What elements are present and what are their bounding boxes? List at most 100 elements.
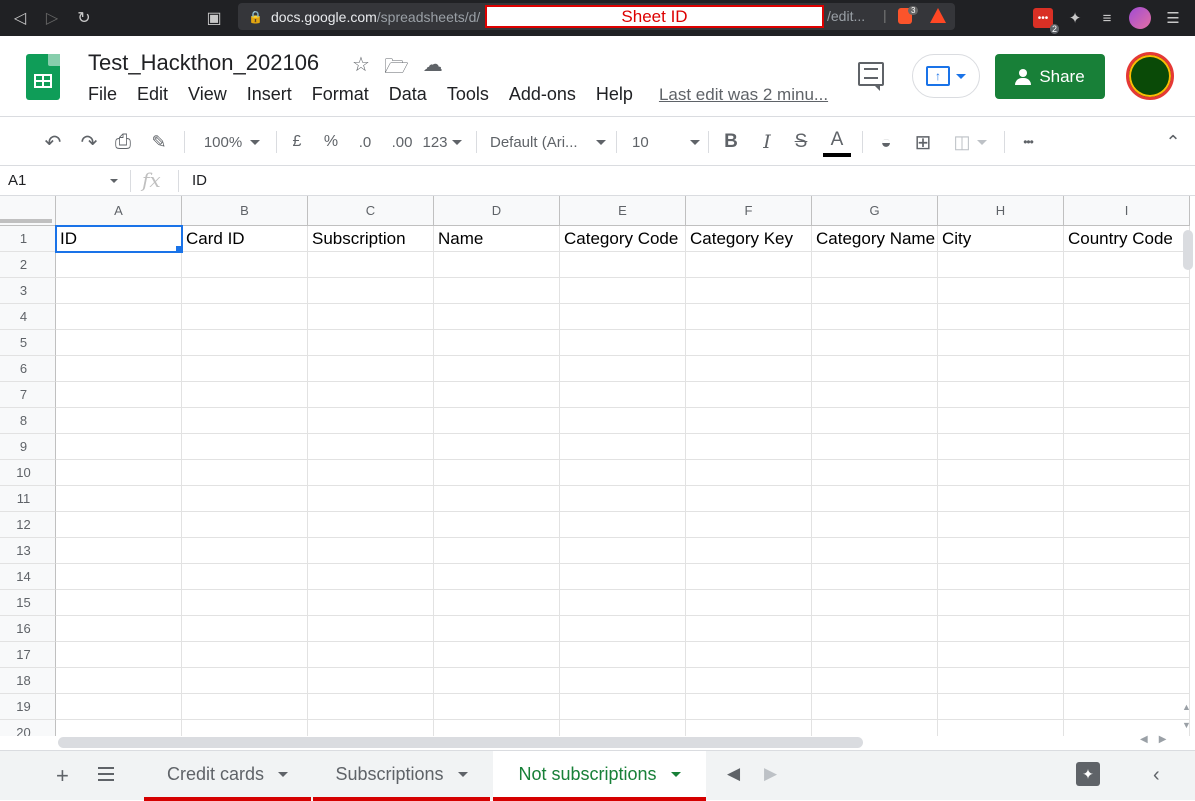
cell[interactable] <box>182 564 308 590</box>
cell[interactable] <box>812 356 938 382</box>
column-header[interactable]: I <box>1064 196 1190 226</box>
row-header[interactable]: 8 <box>0 408 56 434</box>
comment-history-icon[interactable] <box>858 62 884 91</box>
cell[interactable] <box>686 720 812 736</box>
cell[interactable]: Country Code <box>1064 226 1190 252</box>
italic-button[interactable]: I <box>756 129 778 155</box>
cell[interactable] <box>938 694 1064 720</box>
cell[interactable] <box>434 408 560 434</box>
cell[interactable] <box>938 252 1064 278</box>
cell[interactable] <box>56 278 182 304</box>
cell[interactable] <box>686 512 812 538</box>
cell[interactable] <box>812 616 938 642</box>
row-header[interactable]: 13 <box>0 538 56 564</box>
move-folder-icon[interactable]: 🗁 <box>384 52 409 86</box>
cell[interactable] <box>812 590 938 616</box>
cell[interactable] <box>182 382 308 408</box>
cell[interactable] <box>308 616 434 642</box>
cell[interactable] <box>308 486 434 512</box>
cell[interactable] <box>686 304 812 330</box>
forward-icon[interactable]: ▷ <box>36 0 68 36</box>
cell[interactable] <box>938 616 1064 642</box>
cell[interactable] <box>560 304 686 330</box>
strikethrough-button[interactable]: S <box>790 129 812 155</box>
chevron-down-icon[interactable] <box>110 179 118 183</box>
row-header[interactable]: 1 <box>0 226 56 252</box>
cell[interactable] <box>308 694 434 720</box>
cell[interactable] <box>56 538 182 564</box>
column-header[interactable]: F <box>686 196 812 226</box>
print-icon[interactable]: ⎙ <box>110 129 136 155</box>
cell[interactable] <box>812 408 938 434</box>
cell[interactable] <box>812 720 938 736</box>
cell[interactable] <box>686 382 812 408</box>
cell[interactable] <box>812 642 938 668</box>
column-header[interactable]: E <box>560 196 686 226</box>
cell[interactable] <box>560 278 686 304</box>
cell[interactable] <box>686 564 812 590</box>
cell[interactable] <box>560 590 686 616</box>
formula-input[interactable]: ID <box>192 172 207 189</box>
cell[interactable] <box>560 330 686 356</box>
zoom-select[interactable]: 100% <box>196 129 268 155</box>
cell[interactable] <box>812 460 938 486</box>
paint-format-icon[interactable]: ✎ <box>146 129 172 155</box>
row-header[interactable]: 20 <box>0 720 56 736</box>
cell[interactable] <box>938 356 1064 382</box>
cell[interactable] <box>182 668 308 694</box>
last-edit-link[interactable]: Last edit was 2 minu... <box>659 84 828 105</box>
column-header[interactable]: G <box>812 196 938 226</box>
scroll-arrows-vertical[interactable]: ▲ ▼ <box>1182 698 1191 734</box>
cell[interactable] <box>434 434 560 460</box>
cell[interactable] <box>56 642 182 668</box>
cell[interactable] <box>812 278 938 304</box>
row-header[interactable]: 18 <box>0 668 56 694</box>
cell[interactable] <box>812 304 938 330</box>
cell[interactable]: Name <box>434 226 560 252</box>
chevron-down-icon[interactable] <box>670 771 681 777</box>
reload-icon[interactable]: ↻ <box>68 0 100 36</box>
increase-decimal-button[interactable]: .00 <box>388 129 416 155</box>
fill-color-icon[interactable]: ◒ <box>874 129 898 155</box>
currency-format-button[interactable]: £ <box>286 129 308 155</box>
cell[interactable] <box>434 356 560 382</box>
scroll-arrows-horizontal[interactable]: ◀ ▶ <box>1140 734 1167 745</box>
puzzle-icon[interactable]: ✦ <box>1065 8 1085 28</box>
cloud-status-icon[interactable]: ☁ <box>423 52 443 86</box>
cell[interactable] <box>1064 720 1190 736</box>
cell[interactable] <box>686 486 812 512</box>
cell[interactable] <box>56 486 182 512</box>
vertical-scrollbar[interactable] <box>1183 230 1193 270</box>
cell[interactable] <box>434 694 560 720</box>
row-header[interactable]: 9 <box>0 434 56 460</box>
cell[interactable] <box>686 252 812 278</box>
cell[interactable] <box>308 330 434 356</box>
cell[interactable] <box>560 252 686 278</box>
cell[interactable] <box>1064 304 1190 330</box>
cell[interactable]: Category Code <box>560 226 686 252</box>
column-header[interactable]: D <box>434 196 560 226</box>
cell[interactable] <box>182 720 308 736</box>
cell[interactable] <box>812 382 938 408</box>
row-header[interactable]: 6 <box>0 356 56 382</box>
cell[interactable] <box>686 590 812 616</box>
row-header[interactable]: 10 <box>0 460 56 486</box>
cell[interactable] <box>560 382 686 408</box>
cell[interactable] <box>1064 408 1190 434</box>
cell[interactable] <box>56 356 182 382</box>
tab-credit-cards[interactable]: Credit cards <box>144 751 311 801</box>
cell[interactable] <box>182 356 308 382</box>
cell-area[interactable]: ID Card ID Subscription Name Category Code Ca… <box>55 225 1190 736</box>
cell[interactable] <box>812 564 938 590</box>
bookmark-icon[interactable]: ▣ <box>198 0 230 36</box>
cell[interactable] <box>560 434 686 460</box>
cell[interactable] <box>56 694 182 720</box>
cell[interactable] <box>686 460 812 486</box>
cell[interactable] <box>434 460 560 486</box>
cell[interactable] <box>56 382 182 408</box>
cell[interactable] <box>434 590 560 616</box>
cell[interactable] <box>560 408 686 434</box>
row-header[interactable]: 17 <box>0 642 56 668</box>
cell[interactable] <box>434 278 560 304</box>
text-color-button[interactable]: A <box>826 127 848 153</box>
